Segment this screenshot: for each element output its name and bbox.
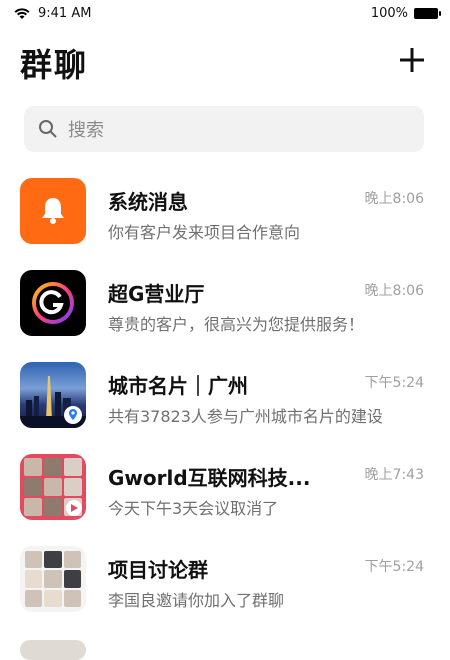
member-photo bbox=[64, 478, 82, 496]
search-input[interactable]: 搜索 bbox=[24, 106, 424, 152]
chat-time: 下午5:24 bbox=[364, 559, 424, 575]
status-bar: 9:41 AM 100% bbox=[0, 0, 450, 28]
chat-name: 超G营业厅 bbox=[108, 282, 205, 306]
chat-item-system[interactable]: 系统消息 你有客户发来项目合作意向 晚上8:06 bbox=[0, 172, 450, 264]
member-photo bbox=[44, 478, 62, 496]
add-icon[interactable] bbox=[398, 46, 426, 74]
chat-name: 城市名片｜广州 bbox=[108, 374, 248, 398]
member-photo bbox=[44, 589, 62, 607]
chat-name: Gworld互联网科技... bbox=[108, 466, 311, 490]
member-photo bbox=[24, 478, 42, 496]
member-photo bbox=[64, 458, 82, 476]
location-pin-icon bbox=[64, 406, 82, 424]
chat-message: 共有37823人参与广州城市名片的建设 bbox=[108, 407, 383, 426]
chat-message: 你有客户发来项目合作意向 bbox=[108, 223, 301, 242]
member-photo bbox=[24, 498, 42, 516]
avatar-partial bbox=[20, 640, 86, 660]
battery-percent: 100% bbox=[370, 6, 408, 21]
search-placeholder: 搜索 bbox=[68, 120, 104, 141]
battery-icon bbox=[414, 8, 441, 19]
chat-message: 李国良邀请你加入了群聊 bbox=[108, 591, 285, 610]
chat-name: 系统消息 bbox=[108, 190, 188, 214]
chat-time: 晚上8:06 bbox=[364, 191, 424, 207]
member-photo bbox=[25, 589, 43, 607]
member-photo bbox=[44, 498, 62, 516]
member-photo bbox=[63, 589, 81, 607]
member-photo bbox=[63, 570, 81, 588]
status-time: 9:41 AM bbox=[38, 6, 92, 21]
avatar bbox=[20, 546, 86, 612]
avatar bbox=[20, 362, 86, 428]
member-photo bbox=[44, 551, 62, 569]
page-title: 群聊 bbox=[20, 46, 89, 84]
member-photo bbox=[25, 551, 43, 569]
search-icon bbox=[39, 120, 57, 138]
avatar bbox=[20, 454, 86, 520]
wifi-icon bbox=[14, 7, 30, 19]
play-icon bbox=[66, 500, 82, 516]
chat-item-gworld[interactable]: Gworld互联网科技... 今天下午3天会议取消了 晚上7:43 bbox=[0, 448, 450, 540]
chat-message: 今天下午3天会议取消了 bbox=[108, 499, 279, 518]
chat-item-g-hall[interactable]: 超G营业厅 尊贵的客户，很高兴为您提供服务！ 晚上8:06 bbox=[0, 264, 450, 356]
member-photo bbox=[24, 458, 42, 476]
chat-message: 尊贵的客户，很高兴为您提供服务！ bbox=[108, 315, 365, 334]
chat-name: 项目讨论群 bbox=[108, 558, 208, 582]
chat-time: 下午5:24 bbox=[364, 375, 424, 391]
chat-list: 系统消息 你有客户发来项目合作意向 晚上8:06 超G营业厅 尊贵的客户，很高兴… bbox=[0, 172, 450, 632]
avatar bbox=[20, 178, 86, 244]
chat-time: 晚上8:06 bbox=[364, 283, 424, 299]
member-photo bbox=[44, 570, 62, 588]
header: 群聊 bbox=[0, 34, 450, 90]
member-photo bbox=[44, 458, 62, 476]
g-logo-icon bbox=[32, 282, 74, 324]
chat-item-city-card[interactable]: 城市名片｜广州 共有37823人参与广州城市名片的建设 下午5:24 bbox=[0, 356, 450, 448]
avatar bbox=[20, 270, 86, 336]
bell-icon bbox=[42, 198, 64, 224]
chat-item-project[interactable]: 项目讨论群 李国良邀请你加入了群聊 下午5:24 bbox=[0, 540, 450, 632]
chat-time: 晚上7:43 bbox=[364, 467, 424, 483]
member-photo bbox=[25, 570, 43, 588]
member-photo bbox=[63, 551, 81, 569]
